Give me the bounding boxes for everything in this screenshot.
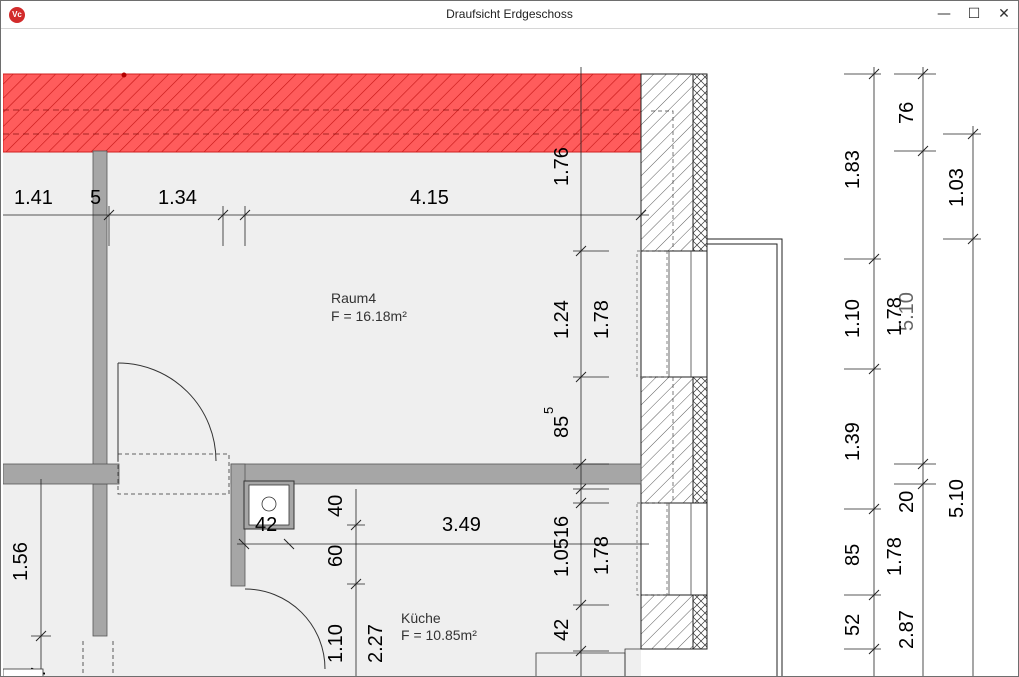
interior-wall-left-lower bbox=[92, 483, 108, 637]
window-title: Draufsicht Erdgeschoss bbox=[446, 7, 573, 21]
dim-label-227: 2.27 bbox=[365, 624, 387, 663]
interior-wall-kitchen bbox=[230, 463, 246, 587]
chain-label-178-a: 1.78 bbox=[884, 297, 906, 336]
dim-label-141: 1.41 bbox=[14, 187, 53, 209]
maximize-button[interactable]: ☐ bbox=[959, 1, 989, 28]
chain-label-287: 2.87 bbox=[896, 610, 918, 649]
dim-label-110-kitchen: 1.10 bbox=[325, 624, 347, 663]
interior-wall-horizontal-left bbox=[3, 463, 120, 485]
dim-label-42-vertical: 42 bbox=[551, 619, 573, 641]
dim-label-178-lower: 1.78 bbox=[591, 536, 613, 575]
room-area-kueche[interactable]: F = 10.85m² bbox=[401, 627, 477, 643]
window-opening-bottom[interactable] bbox=[640, 502, 708, 596]
title-bar[interactable]: Vc Draufsicht Erdgeschoss — ☐ ✕ bbox=[1, 1, 1018, 29]
dim-label-85-base: 85 bbox=[551, 416, 573, 438]
chain-label-52: 52 bbox=[842, 614, 864, 636]
room-area-raum4[interactable]: F = 16.18m² bbox=[331, 308, 407, 324]
window-opening-top[interactable] bbox=[640, 250, 708, 378]
dim-label-42-chimney: 42 bbox=[255, 514, 277, 536]
chain-label-183: 1.83 bbox=[842, 150, 864, 189]
room-name-raum4[interactable]: Raum4 bbox=[331, 290, 376, 306]
chain-label-178-b: 1.78 bbox=[884, 537, 906, 576]
chain-label-103: 1.03 bbox=[946, 168, 968, 207]
dim-label-10516: 1.0516 bbox=[551, 516, 573, 577]
dim-label-415: 4.15 bbox=[410, 187, 449, 209]
dim-label-40: 40 bbox=[325, 495, 347, 517]
selection-handle[interactable] bbox=[121, 72, 127, 78]
chain-label-139: 1.39 bbox=[842, 422, 864, 461]
dim-label-176: 1.76 bbox=[551, 147, 573, 186]
minimize-button[interactable]: — bbox=[929, 1, 959, 28]
dim-label-85-sup: 5 bbox=[541, 407, 556, 414]
chain-label-76: 76 bbox=[896, 102, 918, 124]
dim-label-124: 1.24 bbox=[551, 300, 573, 339]
dim-label-178-upper: 1.78 bbox=[591, 300, 613, 339]
chain-label-110: 1.10 bbox=[842, 299, 864, 338]
dim-label-60: 60 bbox=[325, 545, 347, 567]
dim-label-134: 1.34 bbox=[158, 187, 197, 209]
selected-wall-highlight[interactable] bbox=[3, 73, 642, 153]
close-button[interactable]: ✕ bbox=[989, 1, 1019, 28]
chain-label-20: 20 bbox=[896, 491, 918, 513]
floor-plan-canvas[interactable]: 1.41 5 1.34 4.15 42 3.49 1.76 1.24 1.78 … bbox=[3, 29, 1018, 676]
dim-label-5: 5 bbox=[90, 187, 101, 209]
floor-plan-drawing[interactable]: 1.41 5 1.34 4.15 42 3.49 1.76 1.24 1.78 … bbox=[3, 29, 1018, 676]
chain-label-510: 5.10 bbox=[946, 479, 968, 518]
dim-label-156: 1.56 bbox=[10, 542, 32, 581]
application-window: Vc Draufsicht Erdgeschoss — ☐ ✕ 1.41 5 1… bbox=[0, 0, 1019, 677]
dim-label-349: 3.49 bbox=[442, 514, 481, 536]
room-name-kueche[interactable]: Küche bbox=[401, 610, 441, 626]
chain-label-85: 85 bbox=[842, 544, 864, 566]
